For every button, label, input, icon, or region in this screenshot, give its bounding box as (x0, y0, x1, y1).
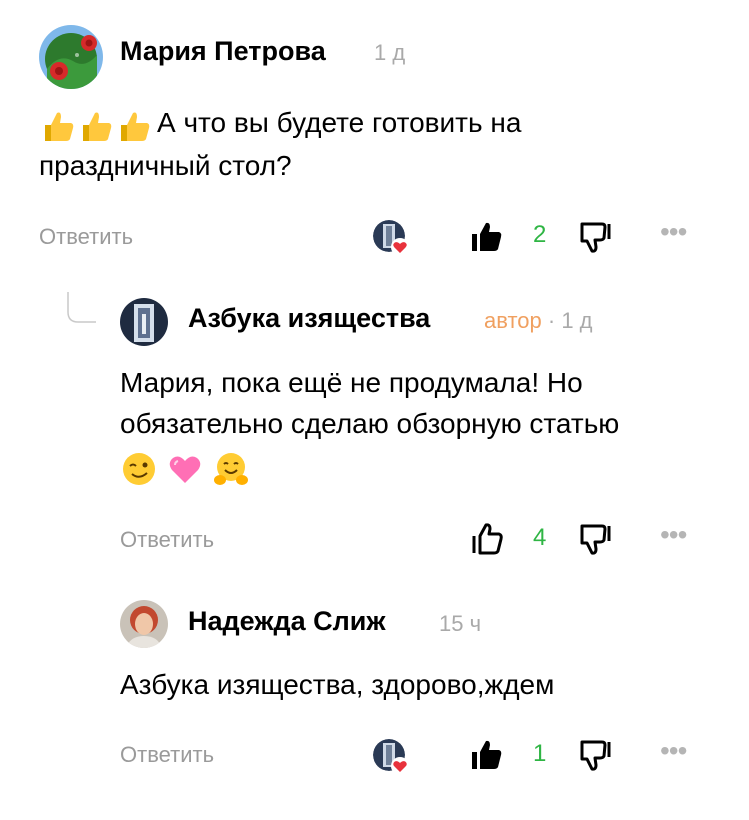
more-dots-icon[interactable]: ••• (660, 521, 687, 549)
comment-text: А что вы будете готовить на праздничный … (39, 102, 719, 186)
pink-heart-emoji-icon (169, 456, 201, 483)
comment-text-line2: праздничный стол? (39, 150, 292, 182)
thumbs-up-emoji-icon (45, 112, 74, 142)
emoji-prefix (39, 104, 153, 146)
comment-meta: автор · 1 д (484, 308, 593, 333)
author-name[interactable]: Надежда Слиж (188, 606, 386, 637)
reply-button[interactable]: Ответить (39, 224, 133, 250)
author-name[interactable]: Мария Петрова (120, 36, 326, 67)
author-name[interactable]: Азбука изящества (188, 303, 430, 334)
hugging-face-emoji-icon (213, 452, 248, 485)
author-tag: автор (484, 308, 542, 333)
avatar-azbuka[interactable] (120, 298, 168, 346)
reply-button[interactable]: Ответить (120, 742, 214, 768)
comment-text: Мария, пока ещё не продумала! Но обязате… (120, 362, 740, 488)
like-count: 4 (533, 524, 547, 551)
reply-button[interactable]: Ответить (120, 527, 214, 553)
comment-text-line1: А что вы будете готовить на (157, 107, 522, 138)
thumbs-down-icon[interactable] (578, 220, 612, 254)
more-dots-icon[interactable]: ••• (660, 218, 687, 246)
like-count: 2 (533, 221, 547, 248)
like-count: 1 (533, 740, 547, 767)
comment-text-line2: обязательно сделаю обзорную статью (120, 408, 620, 439)
comment-time: 1 д (561, 308, 593, 333)
thumbs-up-filled-icon[interactable] (470, 738, 504, 772)
more-dots-icon[interactable]: ••• (660, 737, 687, 765)
thumbs-up-outline-icon[interactable] (470, 522, 504, 556)
comment-text-line1: Мария, пока ещё не продумала! Но (120, 367, 583, 398)
thumbs-up-emoji-icon (83, 112, 112, 142)
thumbs-up-filled-icon[interactable] (470, 220, 504, 254)
heart-badge-icon (391, 238, 409, 256)
comment-time: 1 д (374, 40, 406, 65)
author-liked-avatar (373, 220, 409, 256)
thumbs-down-icon[interactable] (578, 738, 612, 772)
emoji-suffix (120, 446, 250, 488)
thumbs-down-icon[interactable] (578, 522, 612, 556)
avatar-maria[interactable] (39, 25, 103, 89)
thread-line-icon (67, 292, 96, 323)
author-liked-avatar (373, 739, 409, 775)
heart-badge-icon (391, 757, 409, 775)
comment-time: 15 ч (439, 611, 482, 636)
avatar-nadezhda[interactable] (120, 600, 168, 648)
thumbs-up-emoji-icon (121, 112, 150, 142)
comment-text: Азбука изящества, здорово,ждем (120, 669, 555, 700)
winking-face-emoji-icon (123, 452, 155, 485)
